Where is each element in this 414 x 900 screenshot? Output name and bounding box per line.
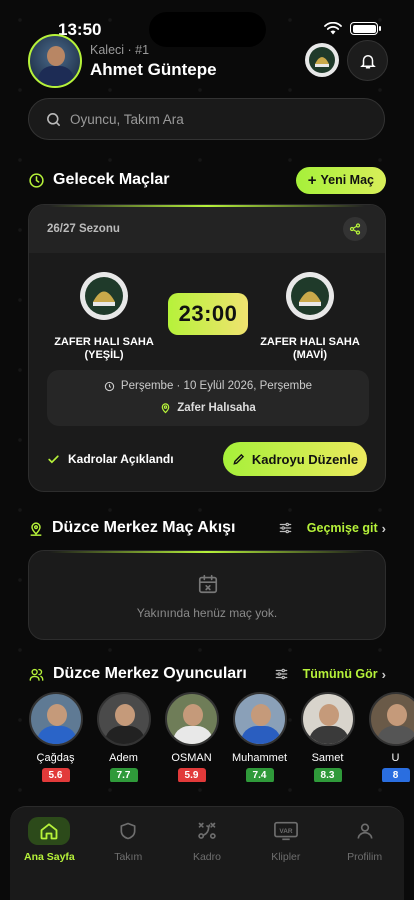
calendar-x-icon xyxy=(198,574,218,594)
home-team-logo-icon xyxy=(80,272,128,320)
home-team-name: ZAFER HALI SAHA (YEŞİL) xyxy=(54,336,154,361)
share-icon xyxy=(349,223,361,235)
player-rating: 8 xyxy=(381,768,410,782)
nav-lineup[interactable]: Kadro xyxy=(168,817,247,900)
away-team[interactable]: ZAFER HALI SAHA (MAVİ) xyxy=(250,271,370,362)
filter-icon[interactable] xyxy=(278,521,293,535)
plus-icon: + xyxy=(307,171,317,189)
location-pin-icon xyxy=(161,403,170,414)
search-input[interactable] xyxy=(70,111,350,127)
player-avatar xyxy=(232,692,287,746)
player-card[interactable]: Çağdaş 5.6 xyxy=(28,692,83,782)
home-team[interactable]: ZAFER HALI SAHA (YEŞİL) xyxy=(44,271,164,362)
see-all-label: Tümünü Gör xyxy=(302,667,378,681)
player-avatar xyxy=(368,692,414,746)
filter-icon[interactable] xyxy=(274,667,289,681)
share-button[interactable] xyxy=(343,217,367,241)
new-match-button[interactable]: + Yeni Maç xyxy=(295,166,386,194)
player-card[interactable]: Adem 7.7 xyxy=(96,692,151,782)
away-team-logo-icon xyxy=(286,272,334,320)
lineup-status-label: Kadrolar Açıklandı xyxy=(68,452,174,466)
user-role: Kaleci · #1 xyxy=(90,43,150,57)
upcoming-header: Gelecek Maçlar + Yeni Maç xyxy=(28,166,386,194)
nav-profile-label: Profilim xyxy=(347,851,383,863)
player-card[interactable]: Muhammet 7.4 xyxy=(232,692,287,782)
location-pin-icon xyxy=(30,521,42,536)
home-icon xyxy=(40,823,58,840)
player-card[interactable]: U 8 xyxy=(368,692,414,782)
nav-team[interactable]: Takım xyxy=(89,817,168,900)
team-logo-icon[interactable] xyxy=(304,42,340,78)
player-rating: 7.4 xyxy=(245,768,274,782)
bottom-nav: Ana Sayfa Takım Kadro VAR Klipler Profil… xyxy=(10,806,404,900)
upcoming-title: Gelecek Maçlar xyxy=(53,171,170,188)
player-name: U xyxy=(391,752,400,764)
match-venue[interactable]: Zafer Halısaha xyxy=(177,402,256,414)
feed-empty-card: Yakınında henüz maç yok. xyxy=(28,550,386,640)
profile-header: Kaleci · #1 Ahmet Güntepe xyxy=(28,34,388,90)
shield-icon xyxy=(120,822,136,840)
nav-clips-label: Klipler xyxy=(271,851,301,863)
check-icon xyxy=(48,454,59,463)
search-icon xyxy=(47,112,60,126)
nav-clips[interactable]: VAR Klipler xyxy=(246,817,325,900)
users-icon xyxy=(29,668,44,681)
pencil-icon xyxy=(233,453,244,465)
lineup-status: Kadrolar Açıklandı xyxy=(47,452,174,466)
nav-team-label: Takım xyxy=(114,851,143,863)
player-card[interactable]: Samet 8.3 xyxy=(300,692,355,782)
search-bar[interactable] xyxy=(28,98,385,140)
nav-home[interactable]: Ana Sayfa xyxy=(10,817,89,900)
user-icon xyxy=(357,823,373,839)
match-info: Perşembe · 10 Eylül 2026, Perşembe Zafer… xyxy=(47,370,369,426)
bell-icon xyxy=(359,54,376,68)
away-team-name: ZAFER HALI SAHA (MAVİ) xyxy=(260,336,360,361)
see-all-link[interactable]: Tümünü Gör › xyxy=(303,667,386,682)
player-rating: 7.7 xyxy=(109,768,138,782)
nav-profile[interactable]: Profilim xyxy=(325,817,404,900)
player-rating: 5.9 xyxy=(177,768,206,782)
svg-text:VAR: VAR xyxy=(279,828,292,835)
player-avatar xyxy=(300,692,355,746)
feed-header: Düzce Merkez Maç Akışı Geçmişe git › xyxy=(28,514,386,542)
player-name: Samet xyxy=(311,752,344,764)
player-name: OSMAN xyxy=(171,752,212,764)
nav-home-label: Ana Sayfa xyxy=(24,851,75,863)
var-icon: VAR xyxy=(273,821,298,841)
edit-lineup-label: Kadroyu Düzenle xyxy=(251,451,359,467)
player-name: Muhammet xyxy=(232,752,287,764)
player-card[interactable]: OSMAN 5.9 xyxy=(164,692,219,782)
players-list: Çağdaş 5.6 Adem 7.7 OSMAN 5.9 Muhammet 7… xyxy=(28,692,414,782)
feed-empty-text: Yakınında henüz maç yok. xyxy=(136,606,278,620)
player-name: Çağdaş xyxy=(36,752,75,764)
new-match-label: Yeni Maç xyxy=(320,173,375,187)
player-avatar xyxy=(28,692,83,746)
player-avatar xyxy=(164,692,219,746)
chevron-right-icon: › xyxy=(381,520,386,536)
player-avatar xyxy=(96,692,151,746)
history-label: Geçmişe git xyxy=(306,521,378,535)
clock-icon xyxy=(29,172,44,188)
tactics-icon xyxy=(198,822,216,839)
edit-lineup-button[interactable]: Kadroyu Düzenle xyxy=(223,442,367,476)
match-time: 23:00 xyxy=(168,293,248,335)
chevron-right-icon: › xyxy=(381,666,386,682)
feed-title: Düzce Merkez Maç Akışı xyxy=(52,519,236,536)
player-rating: 8.3 xyxy=(313,768,342,782)
clock-icon xyxy=(104,381,115,391)
players-header: Düzce Merkez Oyuncuları Tümünü Gör › xyxy=(28,660,386,688)
user-name[interactable]: Ahmet Güntepe xyxy=(90,60,217,80)
season-label: 26/27 Sezonu xyxy=(47,223,120,235)
avatar[interactable] xyxy=(28,34,82,88)
match-card[interactable]: 26/27 Sezonu ZAFER HALI SAHA (YEŞİL) 23:… xyxy=(28,204,386,492)
player-name: Adem xyxy=(109,752,138,764)
match-date: Perşembe · 10 Eylül 2026, Perşembe xyxy=(120,380,313,392)
teams-row: ZAFER HALI SAHA (YEŞİL) 23:00 ZAFER HALI… xyxy=(29,267,385,367)
history-link[interactable]: Geçmişe git › xyxy=(307,521,386,536)
player-rating: 5.6 xyxy=(41,768,70,782)
nav-lineup-label: Kadro xyxy=(192,851,221,863)
players-title: Düzce Merkez Oyuncuları xyxy=(53,665,247,682)
notifications-button[interactable] xyxy=(347,40,388,81)
